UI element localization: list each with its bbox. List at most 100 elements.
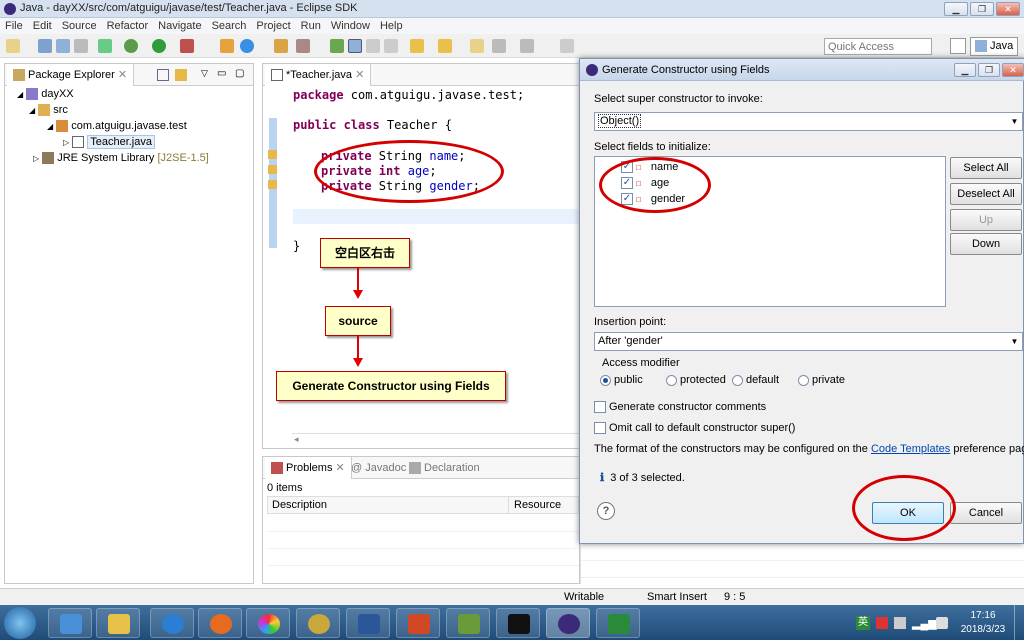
annotation-icon[interactable] [330, 39, 344, 53]
taskbar-cmd[interactable] [496, 608, 540, 638]
close-tab-icon[interactable]: ✕ [355, 69, 364, 81]
new-icon[interactable] [6, 39, 20, 53]
insertion-point-select[interactable]: After 'gender' ▼ [594, 332, 1023, 351]
select-all-button[interactable]: Select All [950, 157, 1022, 179]
view-menu-icon[interactable]: ▽ [201, 68, 208, 79]
menu-window[interactable]: Window [326, 18, 375, 34]
radio-icon[interactable] [666, 374, 677, 386]
taskbar-explorer[interactable] [96, 608, 140, 638]
show-desktop-button[interactable] [1014, 605, 1024, 640]
taskbar-powerpoint[interactable] [396, 608, 440, 638]
toggle-mark-occurrences-icon[interactable] [348, 39, 362, 53]
back-icon[interactable] [492, 39, 506, 53]
horizontal-scrollbar[interactable]: ◂ [292, 433, 580, 447]
save-icon[interactable] [38, 39, 52, 53]
menu-search[interactable]: Search [207, 18, 252, 34]
radio-protected[interactable]: protected [666, 374, 726, 386]
link-editor-icon[interactable] [175, 69, 187, 81]
close-tab-icon[interactable]: ✕ [336, 462, 345, 474]
forward-icon[interactable] [520, 39, 534, 53]
radio-selected-icon[interactable] [600, 374, 611, 386]
menu-refactor[interactable]: Refactor [102, 18, 154, 34]
dialog-close-button[interactable]: ✕ [1002, 63, 1024, 77]
network-icon[interactable]: ▂▄▆ [912, 617, 937, 630]
taskbar-remote-desktop[interactable] [48, 608, 92, 638]
radio-default[interactable]: default [732, 374, 779, 386]
print-icon[interactable] [74, 39, 88, 53]
generate-comments-option[interactable]: Generate constructor comments [594, 401, 766, 414]
collapse-all-icon[interactable] [157, 69, 169, 81]
open-perspective-icon[interactable] [950, 38, 966, 54]
menu-project[interactable]: Project [251, 18, 295, 34]
tree-item-jre[interactable]: ▷ JRE System Library [J2SE-1.5] [33, 152, 209, 165]
block-selection-icon[interactable] [366, 39, 380, 53]
menu-source[interactable]: Source [57, 18, 102, 34]
taskbar-eye-app[interactable] [596, 608, 640, 638]
minimize-view-icon[interactable]: ▭ [217, 68, 226, 79]
radio-private[interactable]: private [798, 374, 845, 386]
taskbar-ftp[interactable] [296, 608, 340, 638]
java-perspective-button[interactable]: Java [970, 37, 1019, 56]
help-icon[interactable]: ? [597, 502, 615, 520]
new-class-icon[interactable] [240, 39, 254, 53]
taskbar-firefox[interactable] [198, 608, 242, 638]
code-line-close[interactable]: } [293, 239, 300, 253]
last-edit-icon[interactable] [470, 39, 484, 53]
search-icon[interactable] [296, 39, 310, 53]
taskbar-word[interactable] [346, 608, 390, 638]
taskbar-chart-app[interactable] [446, 608, 490, 638]
minimize-button[interactable]: ▁ [944, 2, 968, 16]
save-all-icon[interactable] [56, 39, 70, 53]
next-annotation-icon[interactable] [410, 39, 424, 53]
tab-package-explorer[interactable]: Package Explorer ✕ [7, 64, 135, 86]
maximize-view-icon[interactable]: ▢ [235, 68, 244, 79]
taskbar-color-app[interactable] [246, 608, 290, 638]
prev-annotation-icon[interactable] [438, 39, 452, 53]
tab-declaration[interactable]: Declaration [403, 457, 486, 479]
tree-item-project[interactable]: ◢ dayXX [17, 88, 74, 101]
down-button[interactable]: Down [950, 233, 1022, 255]
clock-date[interactable]: 2018/3/23 [956, 624, 1010, 635]
deselect-all-button[interactable]: Deselect All [950, 183, 1022, 205]
radio-icon[interactable] [798, 374, 809, 386]
quick-access-input[interactable] [824, 38, 932, 55]
skip-breakpoints-icon[interactable] [98, 39, 112, 53]
tree-item-package[interactable]: ◢ com.atguigu.javase.test [47, 120, 187, 133]
run-icon[interactable] [152, 39, 166, 53]
code-line-package[interactable]: package com.atguigu.javase.test; [293, 88, 524, 102]
super-constructor-select[interactable]: Object() ▼ [594, 112, 1023, 131]
tab-problems[interactable]: Problems ✕ [265, 457, 352, 479]
dialog-maximize-button[interactable]: ❐ [978, 63, 1000, 77]
dialog-minimize-button[interactable]: ▁ [954, 63, 976, 77]
taskbar-eclipse[interactable] [546, 608, 590, 638]
tree-item-teacher-java[interactable]: ▷ Teacher.java [63, 135, 155, 149]
ime-indicator[interactable]: 英 [856, 616, 870, 630]
menu-help[interactable]: Help [375, 18, 408, 34]
code-templates-link[interactable]: Code Templates [871, 443, 950, 455]
start-button[interactable] [4, 607, 36, 639]
taskbar-ie[interactable] [150, 608, 194, 638]
tree-item-src[interactable]: ◢ src [29, 104, 68, 117]
show-whitespace-icon[interactable] [384, 39, 398, 53]
debug-icon[interactable] [124, 39, 138, 53]
clock-time[interactable]: 17:16 [960, 610, 1006, 621]
cancel-button[interactable]: Cancel [950, 502, 1022, 524]
menu-file[interactable]: File [0, 18, 28, 34]
pin-editor-icon[interactable] [560, 39, 574, 53]
checkbox-icon[interactable] [594, 422, 606, 435]
radio-public[interactable]: public [600, 374, 643, 386]
tab-teacher-java[interactable]: *Teacher.java ✕ [265, 64, 372, 86]
close-tab-icon[interactable]: ✕ [118, 69, 127, 81]
column-description[interactable]: Description [272, 499, 327, 511]
omit-super-option[interactable]: Omit call to default constructor super() [594, 422, 795, 435]
new-java-project-icon[interactable] [220, 39, 234, 53]
volume-icon[interactable] [936, 617, 948, 629]
menu-run[interactable]: Run [296, 18, 326, 34]
checkbox-icon[interactable] [594, 401, 606, 414]
radio-icon[interactable] [732, 374, 743, 386]
column-resource[interactable]: Resource [514, 499, 561, 511]
open-type-icon[interactable] [274, 39, 288, 53]
close-button[interactable]: ✕ [996, 2, 1020, 16]
tray-app-icon[interactable] [876, 617, 888, 629]
tray-app-icon[interactable] [894, 617, 906, 629]
